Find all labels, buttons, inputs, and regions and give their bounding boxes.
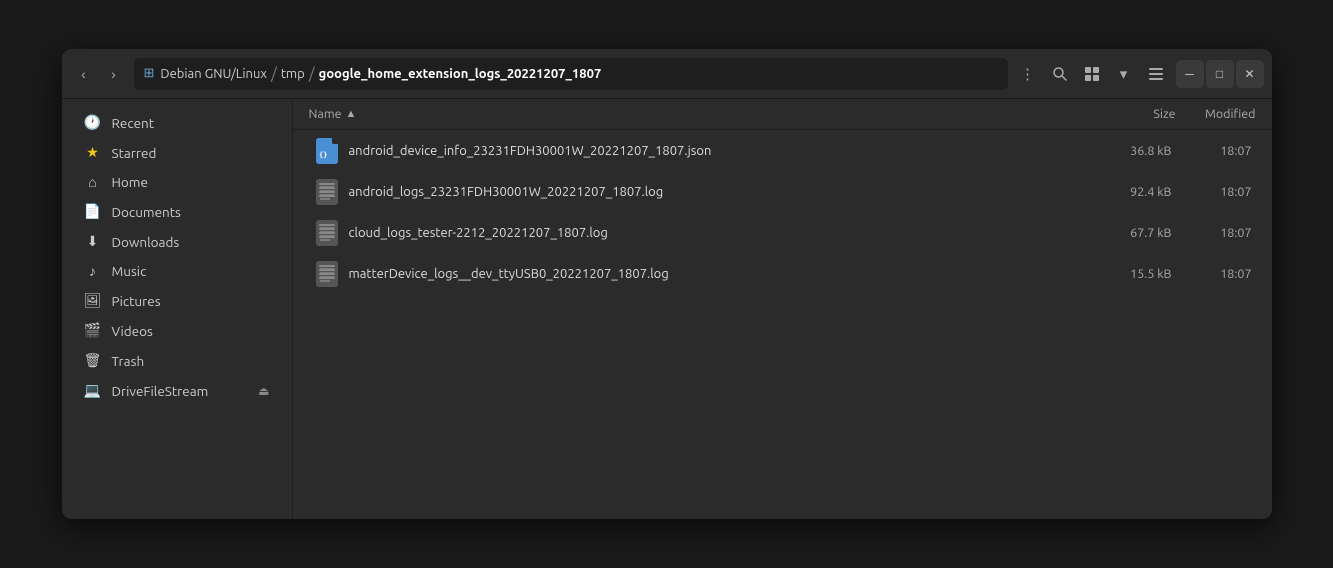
sidebar-item-pictures[interactable]: 🖼 Pictures — [68, 286, 286, 315]
file-name: matterDevice_logs__dev_ttyUSB0_20221207_… — [349, 267, 1072, 281]
sidebar-item-starred[interactable]: ★ Starred — [68, 138, 286, 167]
minimize-button[interactable]: ─ — [1176, 60, 1204, 88]
file-size: 92.4 kB — [1072, 185, 1172, 199]
json-file-icon: {} — [316, 138, 338, 164]
column-name-label: Name — [309, 107, 342, 121]
file-list-header: Name ▲ Size Modified — [293, 99, 1272, 130]
chevron-down-icon: ▾ — [1120, 65, 1128, 83]
system-icon: ⊞ — [144, 66, 155, 81]
maximize-button[interactable]: □ — [1206, 60, 1234, 88]
starred-icon: ★ — [84, 144, 102, 161]
file-size: 15.5 kB — [1072, 267, 1172, 281]
sidebar-label-downloads: Downloads — [112, 234, 270, 250]
breadcrumb-current: google_home_extension_logs_20221207_1807 — [319, 67, 602, 81]
log-file-icon — [316, 179, 338, 205]
log-file-icon — [316, 220, 338, 246]
sidebar-item-documents[interactable]: 📄 Documents — [68, 197, 286, 226]
chevron-button[interactable]: ▾ — [1110, 60, 1138, 88]
table-row[interactable]: cloud_logs_tester-2212_20221207_1807.log… — [297, 213, 1268, 253]
sort-arrow-icon: ▲ — [346, 108, 357, 120]
breadcrumb-folder: tmp — [281, 67, 305, 81]
documents-icon: 📄 — [84, 203, 102, 220]
list-icon — [1148, 66, 1164, 82]
svg-text:{}: {} — [319, 151, 327, 159]
sidebar-label-trash: Trash — [112, 353, 270, 369]
sidebar-item-music[interactable]: ♪ Music — [68, 257, 286, 285]
file-modified: 18:07 — [1172, 144, 1252, 158]
log-icon-svg — [316, 179, 338, 205]
breadcrumb-system: Debian GNU/Linux — [160, 67, 267, 81]
videos-icon: 🎬 — [84, 322, 102, 339]
column-name[interactable]: Name ▲ — [309, 107, 1076, 121]
column-size-label: Size — [1153, 107, 1175, 121]
home-icon: ⌂ — [84, 174, 102, 190]
sidebar-label-videos: Videos — [112, 323, 270, 339]
file-icon-wrapper — [313, 261, 341, 287]
table-row[interactable]: {} android_device_info_23231FDH30001W_20… — [297, 131, 1268, 171]
file-name: android_logs_23231FDH30001W_20221207_180… — [349, 185, 1072, 199]
menu-button[interactable]: ⋮ — [1014, 60, 1042, 88]
file-size: 36.8 kB — [1072, 144, 1172, 158]
sidebar-item-trash[interactable]: 🗑 Trash — [68, 346, 286, 375]
sidebar-label-music: Music — [112, 263, 270, 279]
sidebar-label-recent: Recent — [112, 115, 270, 131]
titlebar: ‹ › ⊞ Debian GNU/Linux / tmp / google_ho… — [62, 49, 1272, 99]
sidebar-item-home[interactable]: ⌂ Home — [68, 168, 286, 196]
column-size[interactable]: Size — [1076, 107, 1176, 121]
forward-button[interactable]: › — [100, 60, 128, 88]
file-icon-wrapper — [313, 220, 341, 246]
back-button[interactable]: ‹ — [70, 60, 98, 88]
sidebar-item-drivefilestream[interactable]: 💻 DriveFileStream ⏏ — [68, 376, 286, 405]
music-icon: ♪ — [84, 263, 102, 279]
search-icon — [1052, 66, 1068, 82]
list-view-button[interactable] — [1142, 60, 1170, 88]
pictures-icon: 🖼 — [84, 292, 102, 309]
sidebar-item-recent[interactable]: 🕐 Recent — [68, 108, 286, 137]
file-name: cloud_logs_tester-2212_20221207_1807.log — [349, 226, 1072, 240]
breadcrumb-bar[interactable]: ⊞ Debian GNU/Linux / tmp / google_home_e… — [134, 58, 1008, 90]
log-file-icon — [316, 261, 338, 287]
sidebar-label-documents: Documents — [112, 204, 270, 220]
json-icon-svg: {} — [316, 138, 338, 164]
downloads-icon: ⬇ — [84, 233, 102, 250]
column-modified-label: Modified — [1205, 107, 1256, 121]
sidebar-label-home: Home — [112, 174, 270, 190]
log-icon-svg — [316, 261, 338, 287]
column-modified[interactable]: Modified — [1176, 107, 1256, 121]
nav-buttons: ‹ › — [70, 60, 128, 88]
file-modified: 18:07 — [1172, 226, 1252, 240]
eject-icon[interactable]: ⏏ — [258, 384, 269, 398]
main-content: 🕐 Recent ★ Starred ⌂ Home 📄 Documents ⬇ … — [62, 99, 1272, 519]
table-row[interactable]: matterDevice_logs__dev_ttyUSB0_20221207_… — [297, 254, 1268, 294]
sidebar-item-downloads[interactable]: ⬇ Downloads — [68, 227, 286, 256]
file-modified: 18:07 — [1172, 267, 1252, 281]
sidebar-label-starred: Starred — [112, 145, 270, 161]
titlebar-actions: ⋮ ▾ — [1014, 60, 1170, 88]
grid-icon — [1084, 66, 1100, 82]
breadcrumb-sep2: / — [309, 65, 315, 83]
file-modified: 18:07 — [1172, 185, 1252, 199]
log-icon-svg — [316, 220, 338, 246]
file-list: Name ▲ Size Modified — [292, 99, 1272, 519]
file-name: android_device_info_23231FDH30001W_20221… — [349, 144, 1072, 158]
search-button[interactable] — [1046, 60, 1074, 88]
drive-icon: 💻 — [84, 382, 102, 399]
grid-view-button[interactable] — [1078, 60, 1106, 88]
file-rows: {} android_device_info_23231FDH30001W_20… — [293, 130, 1272, 519]
sidebar-label-drive: DriveFileStream — [112, 383, 249, 399]
trash-icon: 🗑 — [84, 352, 102, 369]
sidebar-item-videos[interactable]: 🎬 Videos — [68, 316, 286, 345]
file-icon-wrapper — [313, 179, 341, 205]
sidebar: 🕐 Recent ★ Starred ⌂ Home 📄 Documents ⬇ … — [62, 99, 292, 519]
sidebar-label-pictures: Pictures — [112, 293, 270, 309]
close-button[interactable]: ✕ — [1236, 60, 1264, 88]
file-icon-wrapper: {} — [313, 138, 341, 164]
recent-icon: 🕐 — [84, 114, 102, 131]
window-controls: ─ □ ✕ — [1176, 60, 1264, 88]
file-manager-window: ‹ › ⊞ Debian GNU/Linux / tmp / google_ho… — [62, 49, 1272, 519]
breadcrumb-sep1: / — [271, 65, 277, 83]
file-size: 67.7 kB — [1072, 226, 1172, 240]
table-row[interactable]: android_logs_23231FDH30001W_20221207_180… — [297, 172, 1268, 212]
